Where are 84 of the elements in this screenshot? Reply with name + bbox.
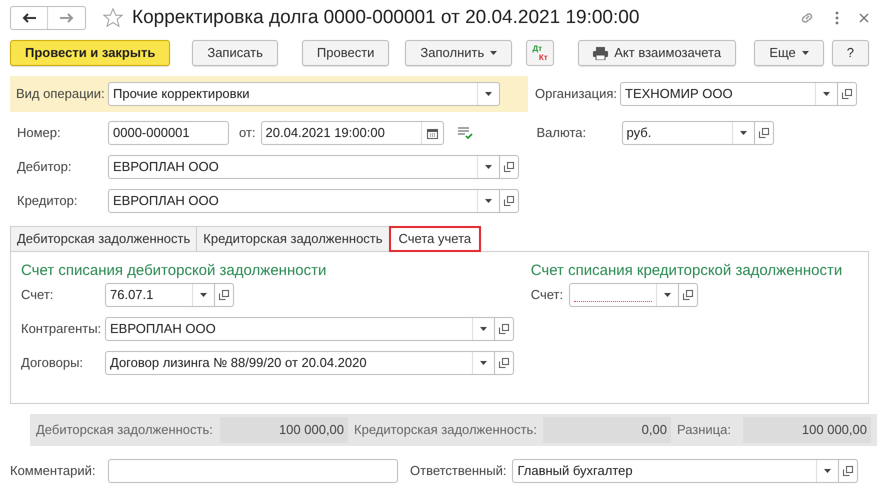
document-check-icon[interactable]: [456, 126, 473, 140]
total-value: 100 000,00: [742, 417, 871, 443]
caret-icon: [664, 293, 671, 297]
total-value: 0,00: [542, 417, 671, 443]
favorite-star-icon[interactable]: [102, 7, 124, 29]
caret-icon: [200, 293, 207, 297]
print-button[interactable]: Акт взаимозачета: [578, 40, 736, 66]
section-heading: Счет списания дебиторской задолженности: [21, 262, 328, 280]
field-label: Счет:: [21, 286, 54, 304]
caret-icon: [480, 361, 487, 365]
field-label: Кредиторская задолженность:: [354, 421, 537, 440]
field-label: Номер:: [17, 124, 62, 142]
open-button[interactable]: [494, 351, 514, 375]
field-label: Валюта:: [536, 124, 588, 142]
open-window-icon: [758, 128, 769, 138]
field-label: Комментарий:: [10, 462, 96, 480]
field-label: Вид операции:: [16, 85, 104, 104]
field-label: Разница:: [676, 421, 732, 440]
open-button[interactable]: [754, 121, 774, 145]
menu-button[interactable]: Еще: [754, 40, 824, 66]
input-field[interactable]: руб.: [622, 121, 755, 145]
toolbar-button[interactable]: Провести: [302, 40, 390, 66]
tab[interactable]: Кредиторская задолженность: [196, 226, 390, 252]
input-field[interactable]: Договор лизинга № 88/99/20 от 20.04.2020: [105, 351, 495, 375]
dt-kt-button[interactable]: Дт Кт: [526, 40, 554, 66]
caret-icon: [485, 165, 492, 169]
open-button[interactable]: [838, 459, 858, 483]
open-button[interactable]: [494, 317, 514, 341]
open-window-icon: [843, 466, 854, 476]
field-label: Дебитор:: [17, 158, 72, 176]
open-window-icon: [842, 89, 852, 99]
back-arrow-icon: [22, 13, 36, 23]
open-button[interactable]: [499, 189, 519, 213]
input-field[interactable]: Прочие корректировки: [108, 82, 500, 106]
calendar-icon: [426, 128, 438, 138]
open-window-icon: [499, 358, 509, 368]
close-icon[interactable]: [859, 13, 869, 23]
total-value: 100 000,00: [220, 417, 348, 443]
field-label: Контрагенты:: [21, 320, 102, 338]
field-label: Договоры:: [21, 354, 84, 372]
field-label: Кредитор:: [17, 192, 78, 210]
input-field[interactable]: Главный бухгалтер: [512, 459, 840, 483]
input-field[interactable]: 0000-000001: [108, 121, 229, 145]
open-window-icon: [499, 324, 509, 334]
tab[interactable]: Дебиторская задолженность: [10, 226, 198, 252]
caret-icon: [802, 51, 809, 55]
open-button[interactable]: [678, 283, 698, 307]
field-label: от:: [239, 124, 256, 142]
open-button[interactable]: [837, 82, 857, 106]
input-field[interactable]: ЕВРОПЛАН ООО: [108, 189, 500, 213]
open-window-icon: [504, 196, 514, 206]
input-field[interactable]: ЕВРОПЛАН ООО: [105, 317, 495, 341]
input-field[interactable]: [108, 459, 398, 483]
open-button[interactable]: [499, 155, 519, 179]
field-label: Ответственный:: [410, 462, 506, 480]
caret-icon: [485, 92, 492, 96]
open-window-icon: [219, 290, 229, 300]
toolbar-button[interactable]: ?: [832, 40, 869, 66]
window-title: Корректировка долга 0000-000001 от 20.04.2021 19:00:00: [132, 6, 640, 30]
open-button[interactable]: [214, 283, 234, 307]
caret-icon: [823, 92, 830, 96]
more-icon[interactable]: [835, 11, 839, 25]
post-and-close-button[interactable]: Провести и закрыть: [10, 40, 170, 66]
input-field[interactable]: [568, 283, 679, 307]
caret-icon: [485, 199, 492, 203]
field-label: Счет:: [530, 286, 564, 304]
tab[interactable]: Счета учета: [388, 226, 482, 252]
caret-icon: [824, 469, 832, 473]
input-field[interactable]: 20.04.2021 19:00:00: [260, 121, 444, 145]
field-label: Организация:: [535, 85, 616, 104]
input-field[interactable]: 76.07.1: [105, 283, 215, 307]
open-window-icon: [504, 162, 514, 172]
menu-button[interactable]: Заполнить: [405, 40, 512, 66]
forward-arrow-icon: [60, 13, 74, 23]
input-field[interactable]: ТЕХНОМИР ООО: [620, 82, 838, 106]
toolbar-button[interactable]: Записать: [192, 40, 278, 66]
caret-icon: [740, 131, 747, 135]
caret-icon: [490, 51, 498, 55]
open-window-icon: [682, 290, 693, 300]
field-label: Дебиторская задолженность:: [36, 421, 214, 440]
input-field[interactable]: ЕВРОПЛАН ООО: [108, 155, 500, 179]
printer-icon: [593, 46, 608, 60]
section-heading: Счет списания кредиторской задолженности: [530, 262, 844, 280]
caret-icon: [480, 327, 487, 331]
